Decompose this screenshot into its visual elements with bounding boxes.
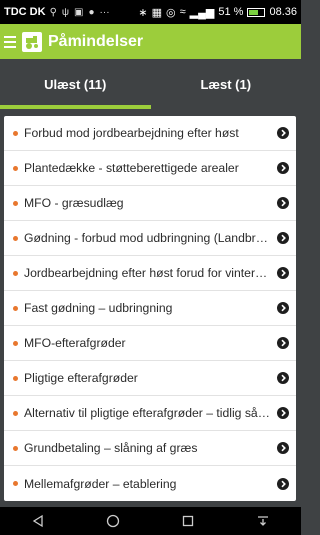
bullet-icon — [13, 235, 18, 241]
tab-unread-label: Ulæst (11) — [44, 76, 107, 92]
bullet-icon — [13, 481, 18, 486]
list-item-label: Gødning - forbud mod udbringning (Landbr… — [24, 231, 273, 245]
list-item-label: Jordbearbejdning efter høst forud for vi… — [24, 266, 273, 280]
notification-pull-icon[interactable] — [256, 514, 270, 528]
recents-icon[interactable] — [181, 514, 195, 528]
chevron-right-icon — [277, 232, 289, 244]
chevron-right-icon — [277, 162, 289, 174]
list-item[interactable]: Mellemafgrøder – etablering — [4, 466, 296, 501]
clock: 08.36 — [269, 6, 297, 18]
list-item[interactable]: Alternativ til pligtige efterafgrøder – … — [4, 396, 296, 431]
nfc-icon: ▦ — [151, 6, 163, 19]
app-title: Påmindelser — [48, 32, 144, 50]
list-item-label: Grundbetaling – slåning af græs — [24, 441, 198, 455]
list-item-label: Fast gødning – udbringning — [24, 301, 173, 315]
list-item[interactable]: Forbud mod jordbearbejdning efter høst — [4, 116, 296, 151]
list-item[interactable]: Gødning - forbud mod udbringning (Landbr… — [4, 221, 296, 256]
tab-unread[interactable]: Ulæst (11) — [0, 59, 151, 109]
bluetooth-icon: ∗ — [138, 6, 148, 19]
bullet-icon — [13, 270, 18, 276]
battery-icon — [247, 7, 266, 17]
chevron-right-icon — [277, 407, 289, 419]
status-bar: TDC DK ⚲ ψ ▣ ● ··· ∗ ▦ ◎ ≈ ▂▄▆ 51 % 08.3… — [0, 0, 301, 24]
bullet-icon — [13, 340, 18, 346]
list-item[interactable]: MFO - græsudlæg — [4, 186, 296, 221]
wifi-icon: ≈ — [179, 6, 186, 18]
list-item-label: Alternativ til pligtige efterafgrøder – … — [24, 406, 273, 420]
list-item-label: Plantedække - støtteberettigede arealer — [24, 161, 239, 175]
bullet-icon — [13, 305, 18, 311]
bullet-icon — [13, 410, 18, 416]
list-item[interactable]: MFO-efterafgrøder — [4, 326, 296, 361]
home-icon[interactable] — [106, 514, 120, 528]
chevron-right-icon — [277, 477, 289, 490]
chevron-right-icon — [277, 442, 289, 454]
chat-icon: ● — [88, 6, 95, 18]
list-item[interactable]: Fast gødning – udbringning — [4, 291, 296, 326]
list-item-label: MFO - græsudlæg — [24, 196, 124, 210]
list-item[interactable]: Grundbetaling – slåning af græs — [4, 431, 296, 466]
list-item-label: Pligtige efterafgrøder — [24, 371, 138, 385]
back-icon[interactable] — [31, 514, 45, 528]
system-nav-bar — [0, 507, 301, 535]
tab-read-label: Læst (1) — [200, 76, 252, 92]
list-item[interactable]: Jordbearbejdning efter høst forud for vi… — [4, 256, 296, 291]
list-item-label: Forbud mod jordbearbejdning efter høst — [24, 126, 239, 140]
chevron-right-icon — [277, 337, 289, 349]
bullet-icon — [13, 200, 18, 206]
battery-percent: 51 % — [218, 6, 244, 18]
chevron-right-icon — [277, 197, 289, 209]
bullet-icon — [13, 375, 18, 381]
list-item[interactable]: Plantedække - støtteberettigede arealer — [4, 151, 296, 186]
app-bar: Påmindelser — [0, 24, 301, 59]
signal-icon: ▂▄▆ — [189, 6, 215, 19]
chevron-right-icon — [277, 127, 289, 139]
location-icon: ⚲ — [49, 6, 57, 18]
tractor-logo-icon — [22, 31, 42, 52]
chevron-right-icon — [277, 302, 289, 314]
list-item[interactable]: Pligtige efterafgrøder — [4, 361, 296, 396]
list-item-label: MFO-efterafgrøder — [24, 336, 126, 350]
vibrate-icon: ◎ — [166, 6, 176, 19]
menu-icon[interactable] — [4, 35, 16, 48]
list-item-label: Mellemafgrøder – etablering — [24, 476, 177, 491]
more-notifications-icon: ··· — [99, 6, 110, 18]
carrier-label: TDC DK — [4, 6, 46, 18]
usb-icon: ψ — [61, 6, 70, 18]
bullet-icon — [13, 165, 18, 171]
bullet-icon — [13, 130, 18, 136]
chevron-right-icon — [277, 372, 289, 384]
chevron-right-icon — [277, 267, 289, 279]
image-icon: ▣ — [74, 6, 84, 18]
bullet-icon — [13, 445, 18, 451]
notification-icons: ⚲ ψ ▣ ● ··· — [50, 7, 110, 18]
tab-read[interactable]: Læst (1) — [151, 59, 302, 109]
reminder-list: Forbud mod jordbearbejdning efter høst P… — [4, 116, 296, 501]
tab-bar: Ulæst (11) Læst (1) — [0, 59, 301, 109]
